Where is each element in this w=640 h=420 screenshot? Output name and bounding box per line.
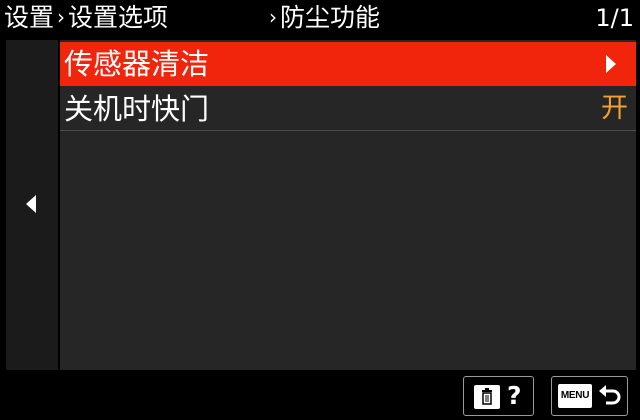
chevron-left-icon[interactable]	[26, 195, 36, 213]
menu-item-sensor-cleaning[interactable]: 传感器清洁	[60, 42, 636, 86]
menu-icon: MENU	[558, 384, 592, 408]
footer-bar: ? MENU	[0, 372, 640, 420]
page-title: › 防尘功能	[266, 2, 380, 35]
return-arrow-icon	[599, 385, 621, 405]
breadcrumb-separator: ›	[269, 5, 277, 29]
breadcrumb: 设置 › 设置选项	[4, 2, 168, 35]
breadcrumb-separator: ›	[57, 5, 66, 29]
menu-item-label: 传感器清洁	[64, 47, 210, 81]
left-tab-rail[interactable]	[6, 40, 58, 370]
delete-help-button[interactable]: ?	[463, 376, 534, 416]
title-bar: 设置 › 设置选项 › 防尘功能 1/1	[0, 0, 640, 38]
menu-back-button[interactable]: MENU	[551, 376, 628, 416]
menu-item-label: 关机时快门	[64, 92, 210, 126]
breadcrumb-setup-options: 设置选项	[68, 3, 169, 32]
trash-icon	[474, 385, 500, 409]
menu-item-shutter-when-off[interactable]: 关机时快门 开	[60, 87, 636, 131]
page-title-text: 防尘功能	[280, 3, 381, 32]
page-counter: 1/1	[595, 4, 634, 32]
menu-panel: 传感器清洁 关机时快门 开	[60, 40, 636, 370]
help-icon: ?	[507, 381, 522, 410]
menu-item-value: 开	[601, 93, 628, 124]
chevron-right-icon	[606, 55, 616, 73]
breadcrumb-settings: 设置	[4, 3, 55, 32]
